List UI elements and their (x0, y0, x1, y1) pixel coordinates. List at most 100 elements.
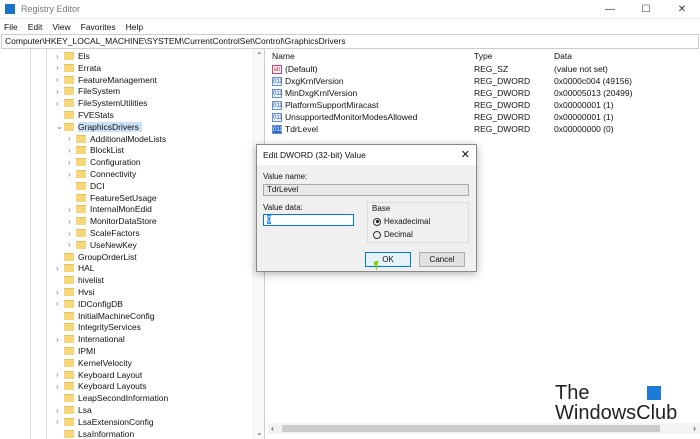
hexadecimal-radio[interactable]: Hexadecimal (373, 217, 430, 226)
chevron-right-icon[interactable]: › (68, 229, 76, 238)
address-bar[interactable]: Computer\HKEY_LOCAL_MACHINE\SYSTEM\Curre… (1, 34, 699, 49)
folder-icon (76, 181, 86, 190)
tree-item-label: GraphicsDrivers (78, 121, 142, 132)
chevron-right-icon[interactable]: › (56, 382, 64, 391)
tree-item[interactable]: › Errata (56, 62, 101, 74)
value-row[interactable]: 011 UnsupportedMonitorModesAllowed REG_DWO… (268, 111, 700, 123)
tree-item[interactable]: LsaInformation (56, 428, 134, 439)
tree-item[interactable]: › BlockList (68, 144, 124, 156)
value-row[interactable]: ab (Default) REG_SZ (value not set) (268, 63, 700, 75)
tree-item[interactable]: FeatureSetUsage (68, 192, 157, 204)
tree-item[interactable]: › LsaExtensionConfig (56, 416, 154, 428)
chevron-right-icon[interactable]: › (56, 370, 64, 379)
chevron-right-icon[interactable]: › (56, 63, 64, 72)
chevron-right-icon[interactable]: › (56, 406, 64, 415)
tree-item-label: FeatureManagement (78, 74, 157, 85)
chevron-right-icon[interactable]: › (68, 217, 76, 226)
menu-favorites[interactable]: Favorites (81, 22, 116, 32)
tree-item-label: Configuration (90, 157, 141, 168)
value-data: (value not set) (554, 64, 608, 74)
tree-item[interactable]: › Hvsi (56, 286, 95, 298)
tree-item-label: Errata (78, 62, 102, 73)
tree-item[interactable]: › Lsa (56, 404, 92, 416)
tree-item[interactable]: › HAL (56, 262, 95, 274)
tree-item[interactable]: ⌄ GraphicsDrivers (56, 121, 142, 133)
tree-item[interactable]: IntegrityServices (56, 321, 141, 333)
tree-item-label: IntegrityServices (78, 322, 141, 333)
chevron-right-icon[interactable]: › (56, 264, 64, 273)
chevron-right-icon[interactable]: › (68, 134, 76, 143)
menu-edit[interactable]: Edit (28, 22, 43, 32)
tree-item[interactable]: › AdditionalModeLists (68, 133, 166, 145)
tree-item[interactable]: LeapSecondInformation (56, 392, 168, 404)
chevron-right-icon[interactable]: › (68, 158, 76, 167)
tree-item[interactable]: IPMI (56, 345, 95, 357)
folder-icon (76, 217, 86, 226)
tree-item[interactable]: › Configuration (68, 156, 141, 168)
tree-item[interactable]: KernelVelocity (56, 357, 132, 369)
menu-view[interactable]: View (52, 22, 70, 32)
tree-item[interactable]: › InternalMonEdid (68, 203, 152, 215)
decimal-radio[interactable]: Decimal (373, 230, 413, 239)
value-row[interactable]: 011 DxgKrnlVersion REG_DWORD 0x0000c004 (49… (268, 75, 700, 87)
tree-item[interactable]: › Keyboard Layouts (56, 380, 147, 392)
tree-item-label: MonitorDataStore (90, 216, 157, 227)
values-horizontal-scrollbar[interactable]: ‹ › (268, 423, 700, 434)
chevron-right-icon[interactable]: › (56, 288, 64, 297)
chevron-right-icon[interactable]: › (68, 240, 76, 249)
chevron-right-icon[interactable]: › (68, 205, 76, 214)
menu-help[interactable]: Help (126, 22, 143, 32)
tree-item[interactable]: DCI (68, 180, 105, 192)
chevron-right-icon[interactable]: › (68, 146, 76, 155)
tree-item-label: LsaInformation (78, 428, 135, 439)
chevron-right-icon[interactable]: › (56, 87, 64, 96)
tree-item-label: DCI (90, 180, 105, 191)
chevron-right-icon[interactable]: › (56, 75, 64, 84)
tree-item[interactable]: › Keyboard Layout (56, 369, 142, 381)
key-tree[interactable]: ⌃ ⌄ › Els › Errata › FeatureManagement › FileSys… (0, 49, 265, 439)
column-headers: Name Type Data (268, 50, 700, 62)
tree-item-label: IDConfigDB (78, 298, 123, 309)
minimize-button[interactable]: — (592, 0, 628, 19)
chevron-down-icon[interactable]: ⌄ (56, 122, 64, 131)
tree-item[interactable]: › Connectivity (68, 168, 136, 180)
value-row[interactable]: 011 MinDxgKrnlVersion REG_DWORD 0x00005013 … (268, 87, 700, 99)
chevron-right-icon[interactable]: › (56, 335, 64, 344)
ok-button[interactable]: OK (365, 252, 411, 267)
value-type: REG_DWORD (474, 76, 531, 86)
tree-item[interactable]: › FileSystem (56, 85, 120, 97)
tree-item[interactable]: › ScaleFactors (68, 227, 140, 239)
value-data-input[interactable]: 0 (263, 214, 354, 226)
tree-item[interactable]: › Els (56, 50, 90, 62)
column-type[interactable]: Type (474, 51, 492, 61)
folder-icon (64, 288, 74, 296)
tree-item[interactable]: › MonitorDataStore (68, 215, 157, 227)
value-data: 0x00000000 (0) (554, 124, 614, 134)
folder-icon (76, 134, 86, 143)
value-row[interactable]: 011 TdrLevel REG_DWORD 0x00000000 (0) (268, 123, 700, 135)
cancel-button[interactable]: Cancel (419, 252, 465, 267)
chevron-right-icon[interactable]: › (56, 299, 64, 308)
chevron-right-icon[interactable]: › (56, 99, 64, 108)
tree-item[interactable]: › FileSystemUtilities (56, 97, 147, 109)
maximize-button[interactable]: ☐ (628, 0, 664, 19)
tree-item[interactable]: › FeatureManagement (56, 74, 157, 86)
chevron-right-icon[interactable]: › (56, 417, 64, 426)
tree-item[interactable]: InitialMachineConfig (56, 310, 155, 322)
tree-item[interactable]: › International (56, 333, 125, 345)
chevron-right-icon[interactable]: › (68, 170, 76, 179)
tree-item[interactable]: FVEStats (56, 109, 114, 121)
column-name[interactable]: Name (272, 51, 295, 61)
close-button[interactable]: ✕ (664, 0, 700, 19)
tree-item[interactable]: hivelist (56, 274, 104, 286)
tree-item[interactable]: › UseNewKey (68, 239, 137, 251)
column-data[interactable]: Data (554, 51, 572, 61)
window-title: Registry Editor (21, 4, 81, 14)
tree-item[interactable]: GroupOrderList (56, 251, 137, 263)
tree-item[interactable]: › IDConfigDB (56, 298, 123, 310)
chevron-right-icon[interactable]: › (56, 52, 64, 61)
menu-file[interactable]: File (4, 22, 18, 32)
dialog-close-icon[interactable]: ✕ (461, 148, 470, 161)
dword-value-icon: 011 (272, 100, 283, 110)
value-row[interactable]: 011 PlatformSupportMiracast REG_DWORD 0x000… (268, 99, 700, 111)
